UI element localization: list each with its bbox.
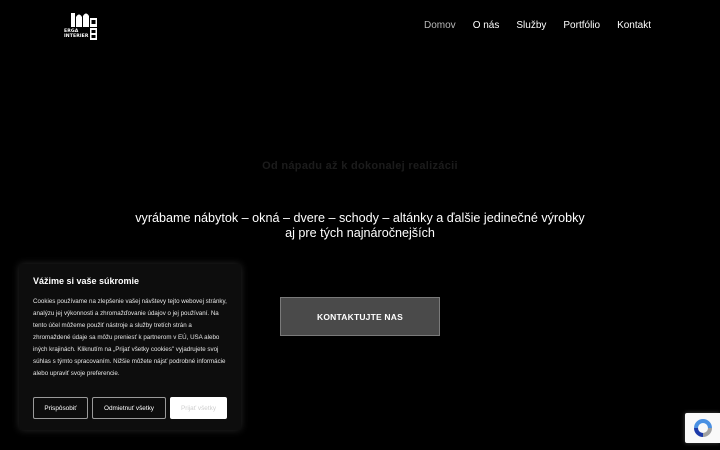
cookie-accept-all-button[interactable]: Prijať všetky — [170, 397, 227, 419]
page: ERGA INTERIER Domov O nás Služby Portfól… — [0, 0, 720, 450]
contact-us-button[interactable]: KONTAKTUJTE NAS — [280, 297, 440, 336]
nav-item-domov[interactable]: Domov — [424, 20, 456, 31]
main-nav: Domov O nás Služby Portfólio Kontakt — [424, 20, 651, 31]
nav-item-kontakt[interactable]: Kontakt — [617, 20, 651, 31]
cookie-title: Vážime si vaše súkromie — [33, 276, 140, 286]
recaptcha-icon — [693, 419, 712, 437]
nav-item-portfolio[interactable]: Portfólio — [563, 20, 600, 31]
logo-text-line2: INTERIER — [64, 34, 89, 39]
logo-text: ERGA INTERIER — [64, 29, 90, 39]
site-header: ERGA INTERIER Domov O nás Služby Portfól… — [0, 0, 720, 54]
cookie-body: Cookies používame na zlepšenie vašej náv… — [33, 298, 227, 377]
hero-text-line1: vyrábame nábytok – okná – dvere – schody… — [135, 211, 585, 225]
hero-text-line2: aj pre tých najnáročnejších — [285, 226, 435, 240]
cookie-reject-all-button[interactable]: Odmietnuť všetky — [92, 397, 166, 419]
hero-tagline: Od nápadu až k dokonalej realizácii — [262, 160, 458, 172]
cookie-banner: Vážime si vaše súkromie Cookies používam… — [19, 264, 241, 430]
nav-item-sluzby[interactable]: Služby — [516, 20, 546, 31]
cookie-customize-button[interactable]: Prispôsobiť — [33, 397, 88, 419]
recaptcha-badge[interactable] — [685, 413, 720, 443]
cookie-buttons: Prispôsobiť Odmietnuť všetky Prijať všet… — [33, 397, 227, 419]
hero-text: vyrábame nábytok – okná – dvere – schody… — [100, 211, 620, 241]
logo[interactable]: ERGA INTERIER — [64, 12, 100, 42]
nav-item-o-nas[interactable]: O nás — [473, 20, 500, 31]
